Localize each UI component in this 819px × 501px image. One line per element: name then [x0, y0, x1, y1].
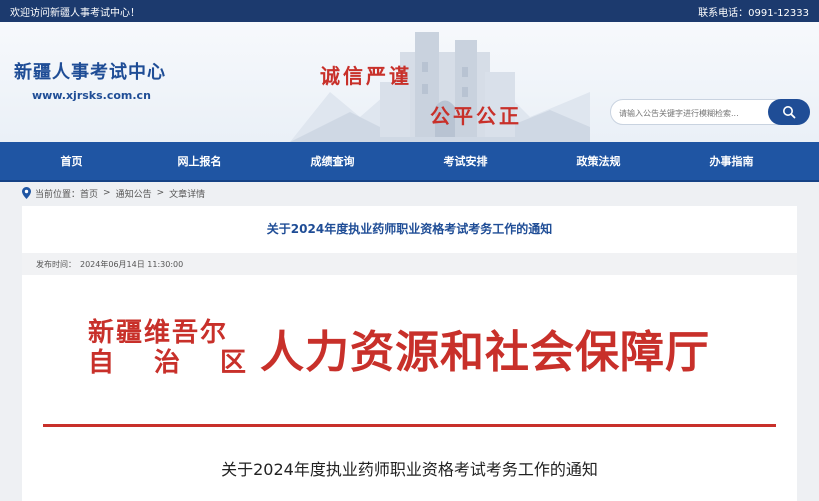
- letterhead-divider: [43, 424, 776, 427]
- search-input[interactable]: [619, 104, 767, 122]
- nav-service-guide[interactable]: 办事指南: [665, 153, 798, 169]
- letterhead-char: 自: [88, 348, 117, 378]
- site-header: 新疆人事考试中心 www.xjrsks.com.cn 诚信严谨 公平公正: [0, 22, 819, 142]
- document-letterhead: 新疆维吾尔 自 治 区 人力资源和社会保障厅: [88, 316, 710, 380]
- letterhead-department: 人力资源和社会保障厅: [260, 327, 710, 378]
- letterhead-region-line2: 自 治 区: [88, 348, 248, 378]
- letterhead-char: 治: [153, 348, 182, 378]
- article-panel: 关于2024年度执业药师职业资格考试考务工作的通知 发布时间： 2024年06月…: [22, 206, 797, 501]
- document-title: 关于2024年度执业药师职业资格考试考务工作的通知: [221, 460, 598, 479]
- article-meta: 发布时间： 2024年06月14日 11:30:00: [22, 253, 797, 275]
- main-nav: 首页 网上报名 成绩查询 考试安排 政策法规 办事指南: [0, 142, 819, 182]
- breadcrumb-current: 文章详情: [169, 189, 206, 200]
- location-pin-icon: [22, 187, 31, 199]
- logo-title: 新疆人事考试中心: [14, 62, 166, 83]
- logo-url: www.xjrsks.com.cn: [32, 89, 151, 102]
- breadcrumb: 当前位置： 首页 > 通知公告 > 文章详情: [0, 182, 819, 204]
- site-logo[interactable]: 新疆人事考试中心 www.xjrsks.com.cn: [14, 58, 166, 102]
- breadcrumb-separator: >: [156, 188, 165, 198]
- slogan-fairness: 公平公正: [430, 104, 522, 128]
- article-title: 关于2024年度执业药师职业资格考试考务工作的通知: [266, 222, 553, 236]
- nav-online-registration[interactable]: 网上报名: [133, 153, 266, 169]
- publish-label: 发布时间：: [36, 259, 76, 269]
- publish-time: 2024年06月14日 11:30:00: [80, 259, 184, 269]
- search-icon: [783, 106, 796, 119]
- breadcrumb-label: 当前位置：: [35, 189, 81, 200]
- nav-exam-schedule[interactable]: 考试安排: [399, 153, 532, 169]
- contact-phone: 联系电话：0991-12333: [698, 7, 809, 19]
- top-bar: 欢迎访问新疆人事考试中心！ 联系电话：0991-12333: [0, 0, 819, 22]
- nav-policies[interactable]: 政策法规: [532, 153, 665, 169]
- breadcrumb-home[interactable]: 首页: [80, 187, 98, 200]
- nav-home[interactable]: 首页: [0, 153, 133, 169]
- letterhead-region: 新疆维吾尔 自 治 区: [88, 318, 248, 378]
- nav-score-query[interactable]: 成绩查询: [266, 153, 399, 169]
- letterhead-char: 区: [219, 348, 248, 378]
- search-box: [610, 99, 810, 125]
- breadcrumb-separator: >: [103, 188, 111, 198]
- slogan-integrity: 诚信严谨: [320, 64, 412, 88]
- welcome-text: 欢迎访问新疆人事考试中心！: [10, 7, 140, 19]
- search-button[interactable]: [768, 99, 810, 125]
- breadcrumb-notices[interactable]: 通知公告: [116, 187, 152, 200]
- letterhead-region-line1: 新疆维吾尔: [88, 318, 229, 348]
